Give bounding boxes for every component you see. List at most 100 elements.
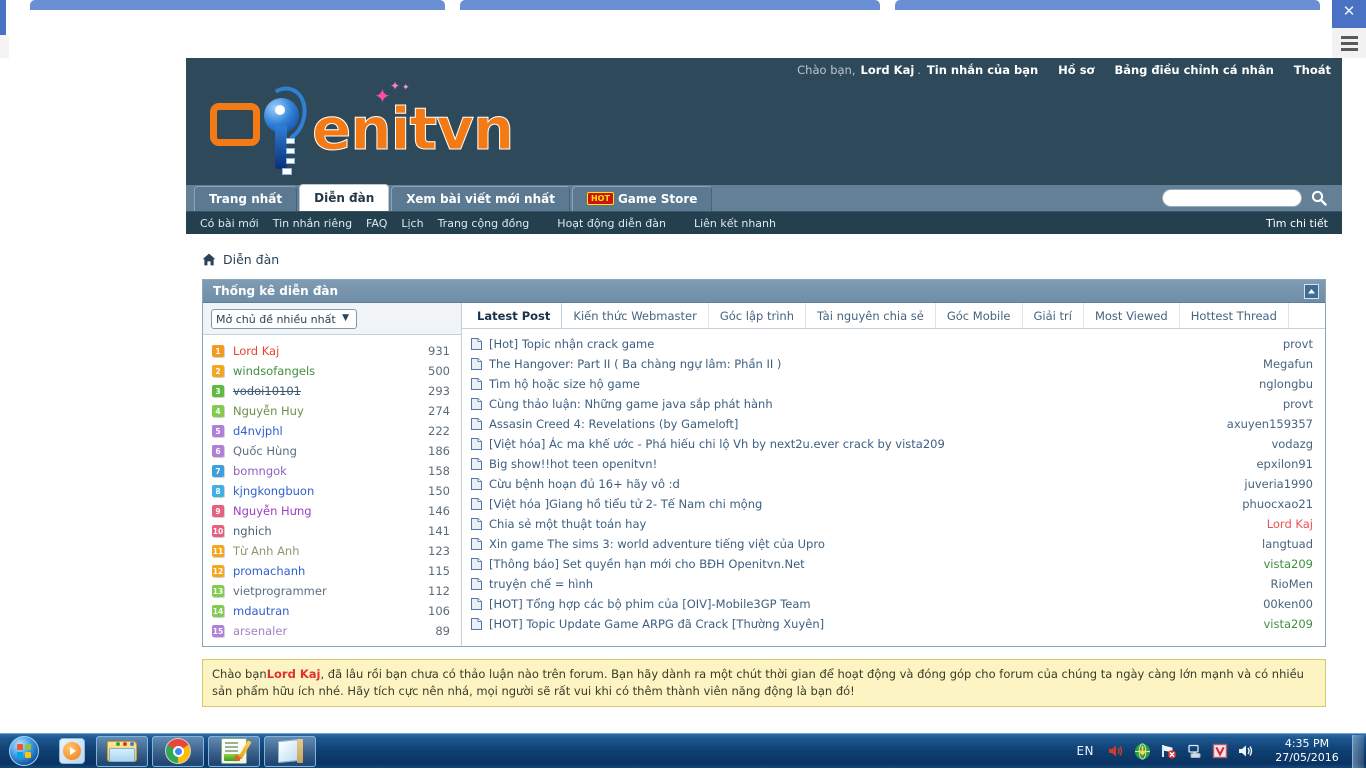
post-tab[interactable]: Kiến thức Webmaster (562, 303, 708, 328)
top-poster-link[interactable]: promachanh (233, 564, 305, 578)
network-error-icon[interactable] (1158, 741, 1178, 761)
subnav-link-lien-ket-nhanh[interactable]: Liên kết nhanh (694, 217, 776, 230)
subnav-link-trang-cong-dong[interactable]: Trang cộng đồng (438, 217, 530, 230)
taskbar-item-notepad-plus-plus[interactable] (208, 736, 260, 767)
top-poster-link[interactable]: vodoi10101 (233, 384, 301, 398)
top-poster-name[interactable]: mdautran (233, 604, 428, 618)
post-tab[interactable]: Giải trí (1023, 303, 1084, 328)
header-link-messages[interactable]: Tin nhắn của bạn (927, 63, 1038, 77)
subnav-link-tin-nhan-rieng[interactable]: Tin nhắn riêng (273, 217, 352, 230)
top-poster-link[interactable]: Lord Kaj (233, 344, 279, 358)
top-poster-name[interactable]: Từ Anh Anh (233, 544, 428, 558)
search-input[interactable] (1162, 189, 1302, 207)
post-author[interactable]: langtuad (1262, 537, 1313, 551)
breadcrumb-label[interactable]: Diễn đàn (223, 252, 279, 267)
post-author[interactable]: Megafun (1263, 357, 1313, 371)
post-title[interactable]: Assasin Creed 4: Revelations (by Gamelof… (489, 417, 1227, 431)
post-author[interactable]: vista209 (1264, 617, 1314, 631)
post-title[interactable]: Chia sẻ một thuật toán hay (489, 517, 1267, 531)
post-author[interactable]: juveria1990 (1244, 477, 1313, 491)
site-logo[interactable]: ✦ ✦ ✦ enitvn (202, 80, 562, 175)
top-poster-name[interactable]: vodoi10101 (233, 384, 428, 398)
browser-menu-button[interactable] (1332, 28, 1366, 58)
top-poster-name[interactable]: Nguyễn Hưng (233, 504, 428, 518)
top-poster-name[interactable]: vietprogrammer (233, 584, 428, 598)
top-poster-name[interactable]: promachanh (233, 564, 428, 578)
subnav-link-co-bai-moi[interactable]: Có bài mới (200, 217, 259, 230)
post-title[interactable]: [HOT] Tổng hợp các bộ phim của [OIV]-Mob… (489, 597, 1263, 611)
search-button[interactable] (1306, 187, 1332, 209)
post-author[interactable]: provt (1283, 397, 1313, 411)
subnav-link-advanced-search[interactable]: Tìm chi tiết (1266, 217, 1328, 230)
post-author[interactable]: nglongbu (1259, 377, 1313, 391)
subnav-link-faq[interactable]: FAQ (366, 217, 387, 230)
top-poster-name[interactable]: arsenaler (233, 624, 435, 638)
network-icon[interactable] (1184, 741, 1204, 761)
language-indicator[interactable]: EN (1076, 744, 1094, 758)
top-poster-link[interactable]: mdautran (233, 604, 289, 618)
post-title[interactable]: Cùng thảo luận: Những game java sắp phát… (489, 397, 1283, 411)
top-poster-name[interactable]: bomngok (233, 464, 428, 478)
post-author[interactable]: vista209 (1264, 557, 1314, 571)
post-tab[interactable]: Hottest Thread (1180, 303, 1289, 328)
nav-tab-trang-nhat[interactable]: Trang nhất (194, 186, 297, 211)
nav-tab-xem-bai-viet-moi-nhat[interactable]: Xem bài viết mới nhất (391, 186, 570, 211)
taskbar-clock[interactable]: 4:35 PM 27/05/2016 (1268, 737, 1346, 765)
post-title[interactable]: [Hot] Topic nhận crack game (489, 337, 1283, 351)
top-poster-name[interactable]: Nguyễn Huy (233, 404, 428, 418)
start-button[interactable] (0, 735, 48, 768)
post-title[interactable]: [Việt hóa ]Giang hồ tiểu tử 2- Tế Nam ch… (489, 497, 1242, 511)
taskbar-item-notepad[interactable] (264, 736, 316, 767)
top-poster-link[interactable]: Nguyễn Huy (233, 404, 304, 418)
post-author[interactable]: provt (1283, 337, 1313, 351)
top-poster-link[interactable]: vietprogrammer (233, 584, 327, 598)
top-poster-link[interactable]: Quốc Hùng (233, 444, 297, 458)
nav-tab-game-store[interactable]: HOTGame Store (572, 186, 712, 211)
top-poster-link[interactable]: bomngok (233, 464, 287, 478)
top-poster-link[interactable]: windsofangels (233, 364, 315, 378)
post-tab[interactable]: Most Viewed (1084, 303, 1180, 328)
top-poster-name[interactable]: d4nvjphl (233, 424, 428, 438)
post-tab[interactable]: Góc Mobile (936, 303, 1023, 328)
top-poster-name[interactable]: nghich (233, 524, 428, 538)
browser-tab[interactable] (460, 0, 880, 10)
top-poster-link[interactable]: d4nvjphl (233, 424, 283, 438)
post-title[interactable]: Cừu bệnh hoạn đủ 16+ hãy vô :d (489, 477, 1244, 491)
top-poster-name[interactable]: Quốc Hùng (233, 444, 428, 458)
v-app-icon[interactable] (1210, 741, 1230, 761)
taskbar-item-media-player[interactable] (52, 736, 92, 767)
top-poster-name[interactable]: Lord Kaj (233, 344, 428, 358)
post-title[interactable]: Tìm hộ hoặc size hộ game (489, 377, 1259, 391)
post-title[interactable]: Big show!!hot teen openitvn! (489, 457, 1256, 471)
top-poster-link[interactable]: arsenaler (233, 624, 287, 638)
taskbar-item-file-explorer[interactable] (96, 736, 148, 767)
top-poster-link[interactable]: Từ Anh Anh (233, 544, 300, 558)
post-title[interactable]: [Thông báo] Set quyền hạn mới cho BĐH Op… (489, 557, 1264, 571)
subnav-link-hoat-dong-dien-dan[interactable]: Hoạt động diễn đàn (557, 217, 666, 230)
header-link-profile[interactable]: Hồ sơ (1058, 63, 1094, 77)
post-tab[interactable]: Góc lập trình (709, 303, 806, 328)
top-poster-link[interactable]: nghich (233, 524, 272, 538)
post-title[interactable]: truyện chế = hình (489, 577, 1270, 591)
show-desktop-button[interactable] (1352, 735, 1364, 768)
post-title[interactable]: The Hangover: Part II ( Ba chàng ngự lâm… (489, 357, 1263, 371)
post-author[interactable]: phuocxao21 (1242, 497, 1313, 511)
volume-red-icon[interactable] (1106, 741, 1126, 761)
panel-collapse-button[interactable] (1304, 284, 1319, 299)
post-title[interactable]: [HOT] Topic Update Game ARPG đã Crack [T… (489, 617, 1264, 631)
top-poster-name[interactable]: kjngkongbuon (233, 484, 428, 498)
browser-tab[interactable] (30, 0, 445, 10)
browser-tab[interactable] (895, 0, 1320, 10)
header-link-settings[interactable]: Bảng điều chỉnh cá nhân (1114, 63, 1273, 77)
taskbar-item-chrome[interactable] (152, 736, 204, 767)
post-author[interactable]: Lord Kaj (1267, 517, 1313, 531)
top-poster-link[interactable]: Nguyễn Hưng (233, 504, 312, 518)
post-tab[interactable]: Tài nguyên chia sẻ (806, 303, 936, 328)
post-title[interactable]: [Việt hóa] Ác ma khế ước - Phá hiếu chi … (489, 437, 1271, 451)
post-tab[interactable]: Latest Post (466, 303, 562, 328)
internet-download-manager-icon[interactable] (1132, 741, 1152, 761)
post-author[interactable]: 00ken00 (1263, 597, 1313, 611)
post-author[interactable]: epxilon91 (1256, 457, 1313, 471)
post-author[interactable]: vodazg (1271, 437, 1313, 451)
post-author[interactable]: RioMen (1270, 577, 1313, 591)
